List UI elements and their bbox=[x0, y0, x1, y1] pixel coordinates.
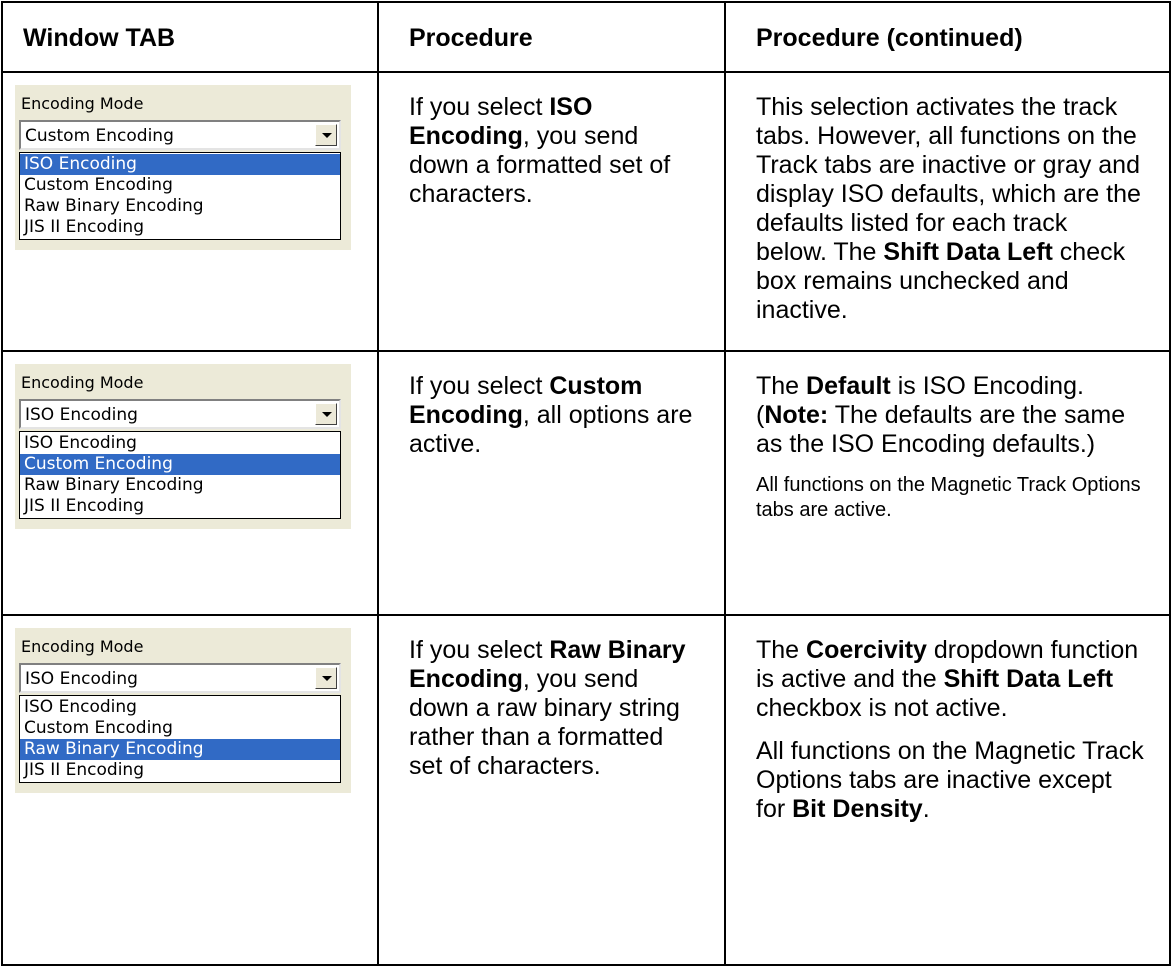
encoding-mode-dropdown-list: ISO Encoding Custom Encoding Raw Binary En… bbox=[19, 695, 341, 783]
procedure-continued-text: The Coercivity dropdown function is acti… bbox=[756, 636, 1145, 723]
procedure-table: Window TAB Procedure Procedure (continue… bbox=[1, 1, 1171, 966]
table-row: Encoding Mode ISO Encoding ISO Encoding Cus… bbox=[1, 350, 1171, 616]
text-run: checkbox is not active. bbox=[756, 694, 1008, 722]
header-procedure: Procedure bbox=[377, 1, 726, 73]
header-procedure-continued: Procedure (continued) bbox=[724, 1, 1171, 73]
header-row: Window TAB Procedure Procedure (continue… bbox=[1, 1, 1171, 73]
procedure-cell: If you select Raw Binary Encoding, you s… bbox=[377, 614, 726, 966]
procedure-text: If you select Raw Binary Encoding, you s… bbox=[409, 636, 700, 781]
encoding-mode-label: Encoding Mode bbox=[21, 637, 144, 656]
encoding-mode-widget: Encoding Mode Custom Encoding ISO Encoding… bbox=[15, 85, 351, 250]
procedure-text: If you select Custom Encoding, all optio… bbox=[409, 372, 700, 459]
header-label: Procedure bbox=[409, 24, 533, 52]
chevron-down-icon[interactable] bbox=[315, 403, 337, 425]
window-tab-cell: Encoding Mode ISO Encoding ISO Encoding Cus… bbox=[1, 614, 379, 966]
procedure-continued-note: All functions on the Magnetic Track Opti… bbox=[756, 473, 1145, 523]
dropdown-option[interactable]: ISO Encoding bbox=[20, 697, 340, 718]
header-label: Procedure (continued) bbox=[756, 24, 1023, 52]
procedure-continued-text: All functions on the Magnetic Track Opti… bbox=[756, 737, 1145, 824]
dropdown-option[interactable]: Raw Binary Encoding bbox=[20, 475, 340, 496]
text-run: All functions on the Magnetic Track Opti… bbox=[756, 474, 1141, 521]
procedure-continued-text: This selection activates the track tabs.… bbox=[756, 93, 1145, 325]
bold-term: Shift Data Left bbox=[883, 238, 1053, 266]
encoding-mode-widget: Encoding Mode ISO Encoding ISO Encoding Cus… bbox=[15, 628, 351, 793]
procedure-cell: If you select ISO Encoding, you send dow… bbox=[377, 71, 726, 352]
table-row: Encoding Mode Custom Encoding ISO Encoding… bbox=[1, 71, 1171, 352]
encoding-mode-select[interactable]: ISO Encoding bbox=[19, 399, 341, 429]
encoding-mode-label: Encoding Mode bbox=[21, 373, 144, 392]
text-run: The bbox=[756, 372, 807, 400]
window-tab-cell: Encoding Mode ISO Encoding ISO Encoding Cus… bbox=[1, 350, 379, 616]
procedure-continued-cell: This selection activates the track tabs.… bbox=[724, 71, 1171, 352]
dropdown-option[interactable]: JIS II Encoding bbox=[20, 760, 340, 781]
encoding-mode-dropdown-list: ISO Encoding Custom Encoding Raw Binary En… bbox=[19, 152, 341, 240]
encoding-mode-dropdown-list: ISO Encoding Custom Encoding Raw Binary En… bbox=[19, 431, 341, 519]
dropdown-option[interactable]: Raw Binary Encoding bbox=[20, 196, 340, 217]
text-run: If you select bbox=[409, 372, 550, 400]
chevron-down-icon[interactable] bbox=[315, 667, 337, 689]
dropdown-option[interactable]: ISO Encoding bbox=[20, 154, 340, 175]
header-label: Window TAB bbox=[23, 24, 176, 52]
encoding-mode-label: Encoding Mode bbox=[21, 94, 144, 113]
text-run: If you select bbox=[409, 93, 550, 121]
chevron-down-icon[interactable] bbox=[315, 124, 337, 146]
table-row: Encoding Mode ISO Encoding ISO Encoding Cus… bbox=[1, 614, 1171, 966]
text-run: The bbox=[756, 636, 807, 664]
dropdown-option[interactable]: Custom Encoding bbox=[20, 175, 340, 196]
bold-term: Default bbox=[806, 372, 891, 400]
bold-term: Note: bbox=[764, 401, 829, 429]
dropdown-option[interactable]: Custom Encoding bbox=[20, 718, 340, 739]
procedure-continued-text: The Default is ISO Encoding. (Note: The … bbox=[756, 372, 1145, 459]
bold-term: Bit Density bbox=[792, 795, 923, 823]
header-window-tab: Window TAB bbox=[1, 1, 379, 73]
encoding-mode-widget: Encoding Mode ISO Encoding ISO Encoding Cus… bbox=[15, 364, 351, 529]
text-run: . bbox=[922, 795, 930, 823]
encoding-mode-select[interactable]: Custom Encoding bbox=[19, 120, 341, 150]
dropdown-option[interactable]: Custom Encoding bbox=[20, 454, 340, 475]
bold-term: Shift Data Left bbox=[943, 665, 1114, 693]
procedure-text: If you select ISO Encoding, you send dow… bbox=[409, 93, 700, 209]
select-value: Custom Encoding bbox=[25, 126, 174, 146]
dropdown-option[interactable]: ISO Encoding bbox=[20, 433, 340, 454]
procedure-cell: If you select Custom Encoding, all optio… bbox=[377, 350, 726, 616]
dropdown-option[interactable]: Raw Binary Encoding bbox=[20, 739, 340, 760]
encoding-mode-select[interactable]: ISO Encoding bbox=[19, 663, 341, 693]
bold-term: Coercivity bbox=[806, 636, 927, 664]
dropdown-option[interactable]: JIS II Encoding bbox=[20, 217, 340, 238]
dropdown-option[interactable]: JIS II Encoding bbox=[20, 496, 340, 517]
select-value: ISO Encoding bbox=[25, 405, 138, 425]
procedure-continued-cell: The Default is ISO Encoding. (Note: The … bbox=[724, 350, 1171, 616]
text-run: If you select bbox=[409, 636, 550, 664]
procedure-continued-cell: The Coercivity dropdown function is acti… bbox=[724, 614, 1171, 966]
select-value: ISO Encoding bbox=[25, 669, 138, 689]
window-tab-cell: Encoding Mode Custom Encoding ISO Encoding… bbox=[1, 71, 379, 352]
